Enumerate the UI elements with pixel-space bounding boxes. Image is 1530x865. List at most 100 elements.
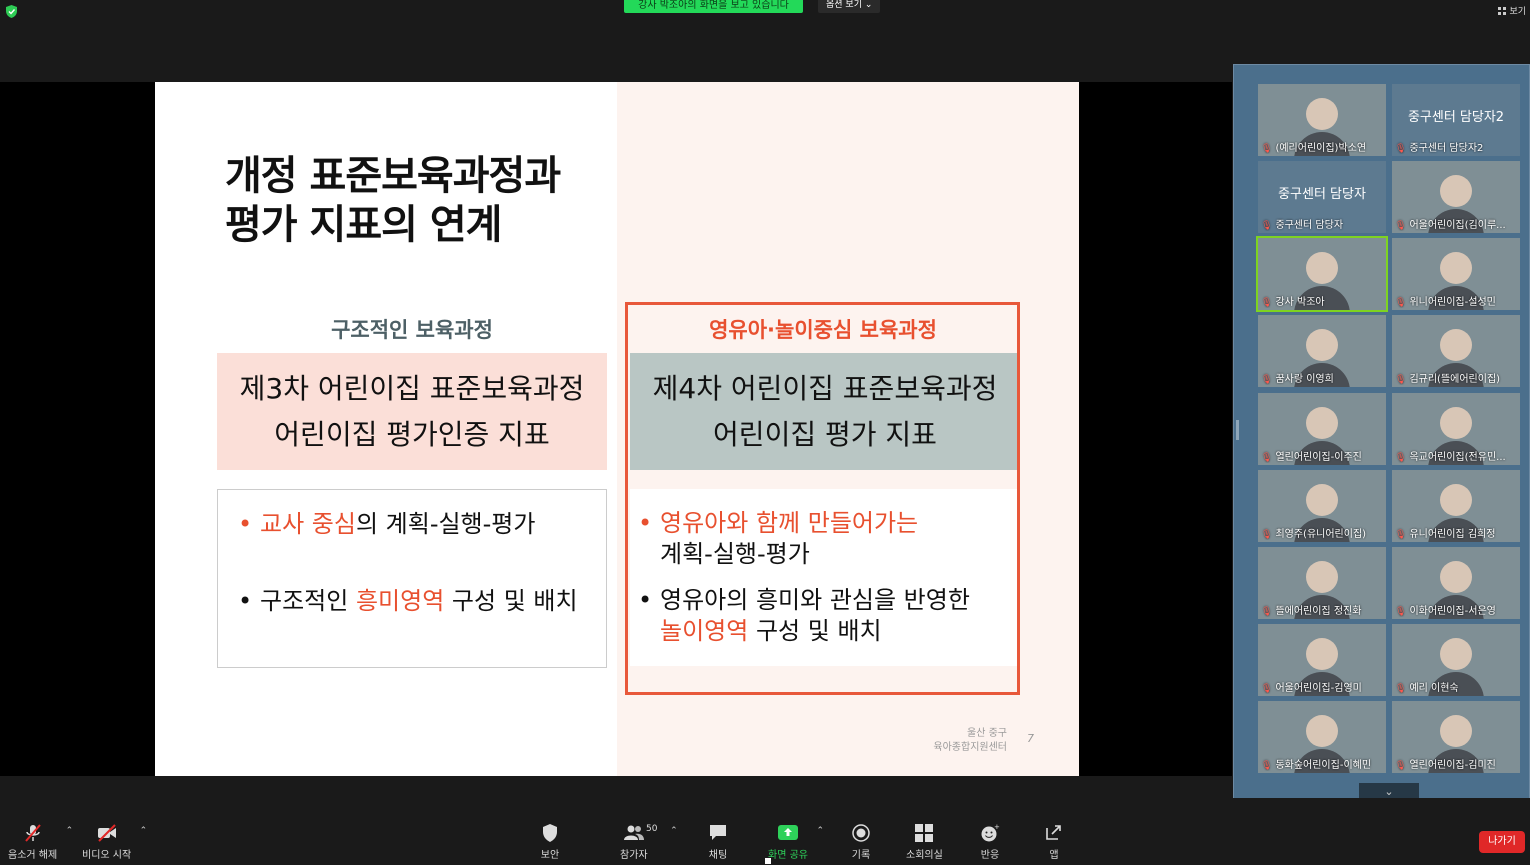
participant-video [1428,252,1484,310]
record-label: 기록 [851,850,871,861]
muted-mic-icon: 🎙 [1261,761,1273,771]
muted-mic-icon: 🎙 [1395,607,1407,617]
start-video-label: 비디오 시작 [82,850,132,861]
participant-name: 중구센터 담당자 [1275,220,1344,231]
reactions-button[interactable]: + 반응 [980,824,1000,861]
slide-credit: 울산 중구 육아종합지원센터 [915,727,1007,755]
record-button[interactable]: 기록 [851,824,871,861]
participant-name: 어울어린이집-김영미 [1275,683,1362,694]
credit-line-1: 울산 중구 [967,728,1007,739]
muted-mic-icon: 🎙 [1261,144,1273,154]
encryption-shield-icon[interactable] [6,5,17,18]
participants-icon [623,825,644,840]
share-options-caret-icon[interactable]: ⌃ [816,826,824,836]
left-box-line-2: 어린이집 평가인증 지표 [274,417,550,451]
participant-name-bar: 🎙 최영주(유니어린이집) [1258,525,1386,540]
muted-mic-icon: 🎙 [1261,684,1273,694]
left-bullet-1-highlight: 교사 중심 [260,510,356,538]
muted-mic-icon: 🎙 [1395,144,1407,154]
share-screen-button[interactable]: 화면 공유 ⌃ [768,824,824,861]
muted-mic-icon: 🎙 [1395,375,1407,385]
participant-count-badge: 50 [646,824,658,834]
meeting-top-bar: 강사 박조아의 화면을 보고 있습니다 옵션 보기 ⌄ 보기 [0,0,1530,22]
participant-tile[interactable]: 🎙 열린어린이집-이주진 [1258,393,1386,465]
muted-mic-icon: 🎙 [1261,453,1273,463]
participant-name-bar: 🎙 중구센터 담당자 [1258,216,1386,231]
participant-name: 뜰에어린이집 정진화 [1275,606,1362,617]
participant-tile[interactable]: 🎙 동화숲어린이집-이혜민 [1258,701,1386,773]
audio-options-caret-icon[interactable]: ⌃ [66,826,74,836]
view-button[interactable]: 보기 [1498,4,1526,17]
participant-tile[interactable]: 🎙 (예리어린이집)박소연 [1258,84,1386,156]
participant-video [1294,638,1350,696]
participant-tile[interactable]: 🎙 꿈사랑 이영희 [1258,315,1386,387]
leave-meeting-button[interactable]: 나가기 [1479,831,1525,853]
start-video-button[interactable]: 비디오 시작 ⌃ [82,824,147,861]
left-bullet-list: • 교사 중심의 계획-실행-평가 • 구조적인 흥미영역 구성 및 배치 [217,489,607,668]
participant-name-bar: 🎙 유니어린이집 김희정 [1392,525,1520,540]
breakout-rooms-button[interactable]: 소회의실 [906,824,943,861]
view-button-label: 보기 [1509,7,1526,17]
participant-name: 어울어린이집(김이루... [1409,220,1506,231]
participant-tile[interactable]: 🎙 위니어린이집-설성민 [1392,238,1520,310]
muted-mic-icon: 🎙 [1395,761,1407,771]
participant-tile[interactable]: 🎙 김규리(뜰에어린이집) [1392,315,1520,387]
unmute-label: 음소거 해제 [8,850,58,861]
participant-video [1428,715,1484,773]
participant-name: 예리 이현숙 [1409,683,1459,694]
participant-video [1428,407,1484,465]
participant-name-bar: 🎙 옥교어린이집(전유민... [1392,448,1520,463]
view-options-button[interactable]: 옵션 보기 ⌄ [818,0,881,13]
toolbar-focus-indicator [765,858,771,864]
slide-title-line-2: 평가 지표의 연계 [225,202,502,248]
left-column-heading: 구조적인 보육과정 [331,318,493,342]
security-button[interactable]: 보안 [540,824,560,861]
participant-display-name: 중구센터 담당자2 [1407,110,1505,125]
participant-tile[interactable]: 🎙 예리 이현숙 [1392,624,1520,696]
participant-tile[interactable]: 🎙 옥교어린이집(전유민... [1392,393,1520,465]
participant-name: 김규리(뜰에어린이집) [1409,374,1501,385]
participant-video [1294,407,1350,465]
gallery-resize-handle[interactable] [1236,420,1239,440]
apps-button[interactable]: 앱 [1044,824,1064,861]
participant-tile[interactable]: 🎙 열린어린이집-김미진 [1392,701,1520,773]
participant-name: 열린어린이집-김미진 [1409,760,1496,771]
participant-name-bar: 🎙 (예리어린이집)박소연 [1258,139,1386,154]
bullet-dot: • [238,587,253,615]
unmute-button[interactable]: 음소거 해제 ⌃ [8,824,73,861]
participant-name-bar: 🎙 뜰에어린이집 정진화 [1258,602,1386,617]
record-icon [852,824,870,842]
participant-name: 옥교어린이집(전유민... [1409,452,1506,463]
participant-name-bar: 🎙 이화어린이집-서은영 [1392,602,1520,617]
left-bullet-2-text-pre: 구조적인 [260,587,356,615]
participant-tile[interactable]: 🎙 최영주(유니어린이집) [1258,470,1386,542]
muted-mic-icon: 🎙 [1261,221,1273,231]
participant-name-bar: 🎙 꿈사랑 이영희 [1258,370,1386,385]
participant-name-bar: 🎙 예리 이현숙 [1392,679,1520,694]
participants-button[interactable]: 참가자 50 ⌃ [620,824,678,861]
participant-tile[interactable]: 🎙 어울어린이집-김영미 [1258,624,1386,696]
participant-tile[interactable]: 🎙 이화어린이집-서은영 [1392,547,1520,619]
participant-video [1428,484,1484,542]
participant-tile[interactable]: 🎙 유니어린이집 김희정 [1392,470,1520,542]
participant-tile[interactable]: 🎙 뜰에어린이집 정진화 [1258,547,1386,619]
video-off-icon [97,824,116,842]
muted-mic-icon: 🎙 [1395,298,1407,308]
participant-video [1294,98,1350,156]
chat-button[interactable]: 채팅 [708,824,728,861]
left-bullet-1-text: 의 계획-실행-평가 [355,510,536,538]
apps-label: 앱 [1049,850,1059,861]
participants-options-caret-icon[interactable]: ⌃ [670,826,678,836]
participant-tile[interactable]: 🎙 강사 박조아 [1256,236,1388,312]
participant-tile[interactable]: 중구센터 담당자 🎙 중구센터 담당자 [1258,161,1386,233]
left-bullet-2-text-post: 구성 및 배치 [444,587,578,615]
participant-tile[interactable]: 🎙 어울어린이집(김이루... [1392,161,1520,233]
security-shield-icon [543,824,557,842]
reaction-smiley-icon: + [981,824,1000,842]
muted-mic-icon: 🎙 [1395,453,1407,463]
participant-name: 꿈사랑 이영희 [1275,374,1334,385]
participant-name-bar: 🎙 어울어린이집-김영미 [1258,679,1386,694]
participant-name-bar: 🎙 위니어린이집-설성민 [1392,293,1520,308]
video-options-caret-icon[interactable]: ⌃ [140,826,148,836]
participant-tile[interactable]: 중구센터 담당자2 🎙 중구센터 담당자2 [1392,84,1520,156]
